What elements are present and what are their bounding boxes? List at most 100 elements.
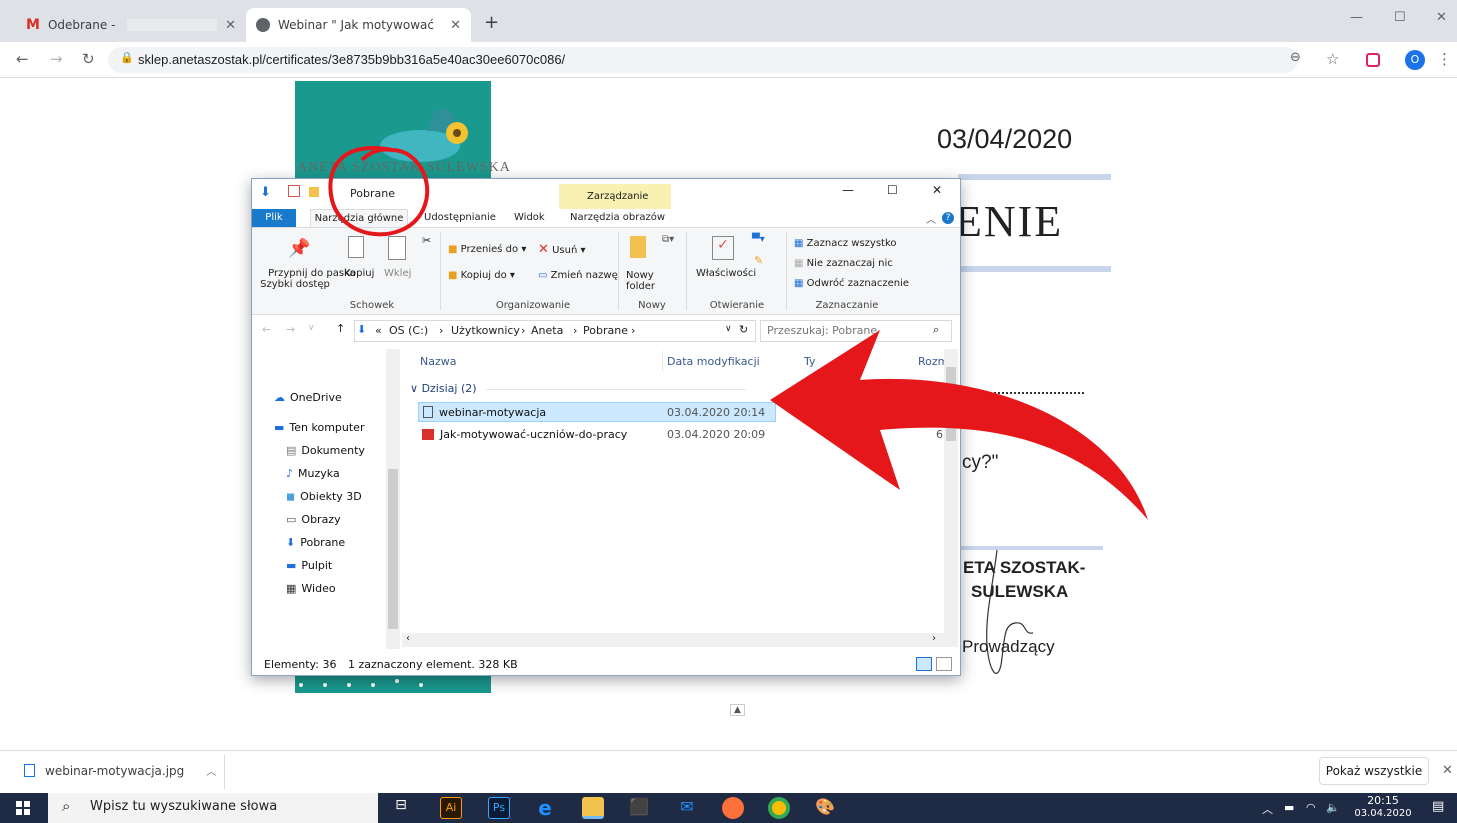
tab-home[interactable]: Narzędzia główne (310, 209, 408, 227)
nav-pictures[interactable]: ▭ Obrazy (286, 509, 341, 529)
maximize-icon[interactable]: ☐ (887, 183, 898, 197)
delete-button[interactable]: ✕ Usuń ▾ (538, 242, 586, 257)
details-view-icon[interactable] (916, 657, 932, 671)
forward-icon[interactable]: → (286, 323, 295, 336)
select-all-button[interactable]: ▦ Zaznacz wszystko (794, 238, 897, 249)
close-icon[interactable]: ✕ (1442, 763, 1453, 778)
chevron-up-icon[interactable]: ︿ (1262, 801, 1273, 817)
back-icon[interactable]: ← (16, 50, 29, 68)
tab-plik[interactable]: Plik (252, 209, 296, 227)
chevron-left-icon[interactable]: ‹ (406, 633, 410, 644)
clock[interactable]: 20:15 03.04.2020 (1352, 794, 1414, 820)
maximize-icon[interactable]: ☐ (1394, 10, 1406, 25)
chrome-icon[interactable] (768, 797, 790, 819)
task-view-icon[interactable]: ⊟ (390, 797, 412, 819)
search-icon[interactable]: ⌕ (933, 323, 939, 337)
bookmark-star-icon[interactable]: ☆ (1326, 50, 1339, 68)
chevron-right-icon[interactable]: › (932, 633, 936, 644)
cut-icon[interactable]: ✂ (422, 234, 431, 247)
close-tab-icon[interactable]: ✕ (225, 18, 236, 33)
scrollbar-thumb[interactable] (946, 367, 956, 441)
close-window-icon[interactable]: ✕ (932, 183, 942, 197)
minimize-icon[interactable]: — (842, 183, 854, 197)
move-to-button[interactable]: ■ Przenieś do ▾ (448, 244, 526, 255)
nav-desktop[interactable]: ▬ Pulpit (286, 555, 332, 575)
breadcrumb-item[interactable]: OS (C:) (389, 324, 428, 337)
refresh-icon[interactable]: ↻ (739, 323, 748, 336)
new-tab-button[interactable]: + (484, 12, 499, 33)
nav-scrollbar[interactable] (386, 349, 400, 649)
up-icon[interactable]: ↑ (336, 322, 345, 335)
battery-icon[interactable]: ▬ (1284, 801, 1294, 814)
nav-3d-objects[interactable]: ◼ Obiekty 3D (286, 486, 362, 506)
pocket-extension-icon[interactable] (1366, 53, 1380, 67)
group-header[interactable]: ∨ Dzisiaj (2) (410, 382, 790, 395)
taskbar-search-input[interactable]: ⌕ Wpisz tu wyszukiwane słowa (48, 793, 378, 823)
quick-access-properties-icon[interactable] (288, 185, 300, 197)
chevron-up-icon[interactable]: ︿ (206, 763, 216, 778)
nav-videos[interactable]: ▦ Wideo (286, 578, 336, 598)
chevron-right-icon[interactable]: › (631, 324, 635, 337)
profile-avatar[interactable]: O (1405, 50, 1425, 70)
minimize-icon[interactable]: — (1350, 10, 1363, 25)
file-explorer-icon[interactable] (582, 797, 604, 819)
new-folder-button[interactable]: Nowy folder (626, 270, 655, 292)
nav-scrollbar-thumb[interactable] (388, 469, 398, 629)
nav-music[interactable]: ♪ Muzyka (286, 463, 340, 483)
invert-selection-button[interactable]: ▦ Odwróć zaznaczenie (794, 278, 909, 289)
breadcrumb-item[interactable]: Pobrane (583, 324, 628, 337)
open-icon[interactable]: ▀▾ (752, 234, 765, 245)
explorer-address-bar[interactable]: ⬇ « OS (C:) › Użytkownicy › Aneta › Pobr… (354, 320, 756, 342)
edge-icon[interactable]: e (534, 797, 556, 819)
chevron-down-icon[interactable]: ∨ (725, 324, 732, 334)
zoom-icon[interactable]: ⊖ (1290, 50, 1301, 65)
chevron-right-icon[interactable]: › (521, 324, 525, 337)
select-none-button[interactable]: ▦ Nie zaznaczaj nic (794, 258, 893, 269)
file-row[interactable]: webinar-motywacja 03.04.2020 20:14 (418, 402, 776, 422)
download-item[interactable]: webinar-motywacja.jpg ︿ (24, 763, 216, 778)
tab-view[interactable]: Widok (514, 209, 545, 227)
windows-start-icon[interactable] (16, 801, 30, 815)
tab-share[interactable]: Udostępnianie (424, 209, 496, 227)
paste-button[interactable]: Wklej (384, 268, 411, 279)
explorer-search-input[interactable]: Przeszukaj: Pobrane ⌕ (760, 320, 952, 342)
address-bar[interactable]: 🔒 sklep.anetaszostak.pl/certificates/3e8… (108, 47, 1298, 73)
chevron-right-icon[interactable]: › (573, 324, 577, 337)
column-header-name[interactable]: Nazwa (420, 355, 456, 368)
file-horizontal-scrollbar[interactable]: ‹ › (402, 633, 958, 647)
close-tab-icon[interactable]: ✕ (450, 18, 461, 33)
wifi-icon[interactable]: ◠ (1306, 801, 1316, 814)
tab-webinar[interactable]: Webinar " Jak motywować uczni ✕ (246, 8, 471, 42)
store-icon[interactable]: ⬛ (628, 797, 650, 819)
mail-icon[interactable]: ✉ (676, 797, 698, 819)
menu-icon[interactable]: ⋮ (1437, 50, 1452, 68)
reload-icon[interactable]: ↻ (82, 50, 95, 68)
large-icons-view-icon[interactable] (936, 657, 952, 671)
chevron-right-icon[interactable]: › (439, 324, 443, 337)
new-item-icon[interactable]: ⧉▾ (662, 234, 674, 245)
breadcrumb-item[interactable]: Użytkownicy (451, 324, 520, 337)
recent-locations-icon[interactable]: ∨ (308, 323, 315, 333)
notifications-icon[interactable]: ▤ (1432, 799, 1444, 814)
chevron-up-icon[interactable]: ︿ (926, 211, 936, 226)
paint-icon[interactable]: 🎨 (814, 797, 836, 819)
volume-icon[interactable]: 🔈 (1326, 801, 1340, 814)
quick-access-download-icon[interactable]: ⬇ (260, 185, 271, 200)
back-icon[interactable]: ← (262, 323, 271, 336)
properties-button[interactable]: Właściwości (696, 268, 756, 279)
nav-downloads[interactable]: ⬇ Pobrane (286, 532, 345, 552)
firefox-icon[interactable] (722, 797, 744, 819)
column-header-type[interactable]: Ty (804, 355, 816, 368)
file-vertical-scrollbar[interactable] (944, 349, 958, 633)
pdf-toolbar-toggle[interactable]: ▲ (730, 704, 745, 716)
nav-onedrive[interactable]: ☁ OneDrive (274, 387, 342, 407)
nav-documents[interactable]: ▤ Dokumenty (286, 440, 365, 460)
nav-this-pc[interactable]: ▬ Ten komputer (274, 417, 364, 437)
help-icon[interactable]: ? (942, 212, 954, 224)
illustrator-icon[interactable]: Ai (440, 797, 462, 819)
copy-to-button[interactable]: ■ Kopiuj do ▾ (448, 270, 515, 281)
tab-gmail[interactable]: M Odebrane - ✕ (16, 8, 246, 42)
rename-button[interactable]: ▭ Zmień nazwę (538, 270, 618, 281)
close-window-icon[interactable]: ✕ (1436, 10, 1447, 25)
photoshop-icon[interactable]: Ps (488, 797, 510, 819)
